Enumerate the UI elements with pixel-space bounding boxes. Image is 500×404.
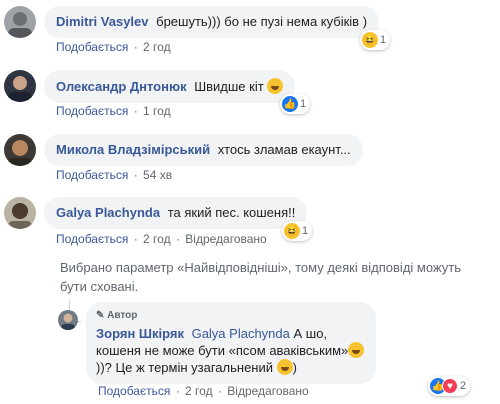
separator: · [217,384,222,398]
timestamp[interactable]: 2 год [143,232,171,246]
hidden-replies-notice: Вибрано параметр «Найвідповідніші», тому… [60,260,461,294]
pencil-icon: ✎ [96,310,105,321]
reaction-badge[interactable]: 😆 1 [282,221,313,241]
grinning-emoji-icon [276,359,293,375]
reaction-badge[interactable]: 👍 1 [280,94,311,114]
comment-bubble: Galya Plachynda та який пес. кошеня!! [44,197,308,229]
comment-text: та який пес. кошеня!! [167,205,296,220]
timestamp[interactable]: 1 год [143,104,171,118]
like-link[interactable]: Подобається [98,384,170,398]
timestamp[interactable]: 2 год [143,40,171,54]
reaction-badge[interactable]: 👍 ♥ 2 [428,376,471,396]
reaction-count: 1 [300,98,307,110]
timestamp[interactable]: 54 хв [143,168,172,182]
avatar[interactable] [4,134,36,166]
comment-text: Швидше кіт [194,79,264,94]
comment-text: брешуть))) бо не пузі нема кубіків ) [156,14,368,29]
reaction-count: 1 [380,34,387,46]
comment-text: хтось зламав екаунт... [217,142,351,157]
timestamp[interactable]: 2 год [185,384,213,398]
reaction-badge[interactable]: 😆 1 [360,30,391,50]
edited-label[interactable]: Відредаговано [227,384,308,398]
comment-meta: Подобається · 2 год [56,40,171,54]
like-reaction-icon: 👍 [282,96,298,112]
separator: · [175,232,180,246]
comment-meta: Подобається · 2 год · Відредаговано [56,232,267,246]
separator: · [133,104,138,118]
like-link[interactable]: Подобається [56,168,128,182]
comment-author[interactable]: Dimitri Vasylev [56,14,149,29]
avatar[interactable] [58,310,78,330]
love-reaction-icon: ♥ [442,378,458,394]
like-link[interactable]: Подобається [56,232,128,246]
edited-label[interactable]: Відредаговано [185,232,266,246]
comment-bubble: Dimitri Vasylev брешуть))) бо не пузі не… [44,6,380,38]
comment-text-cont: ))? Це ж термін узагальнений [96,360,273,375]
comment-author[interactable]: Олександр Днтонюк [56,79,187,94]
comment-meta: Подобається · 1 год [56,104,171,118]
avatar[interactable] [4,70,36,102]
avatar[interactable] [4,6,36,38]
comment-author[interactable]: Зорян Шкіряк [96,326,184,341]
laughing-emoji-icon [348,342,365,358]
like-link[interactable]: Подобається [56,40,128,54]
separator: · [175,384,180,398]
author-badge-label: Автор [107,310,138,321]
comment-author[interactable]: Микола Владзімірський [56,142,210,157]
comment-bubble: Олександр Днтонюк Швидше кіт [44,70,296,103]
comment-bubble: Микола Владзімірський хтось зламав екаун… [44,134,363,166]
haha-reaction-icon: 😆 [362,32,378,48]
comment-author[interactable]: Galya Plachynda [56,205,160,220]
reaction-count: 1 [302,225,309,237]
grinning-emoji-icon [267,78,284,94]
comment-meta: Подобається · 2 год · Відредаговано [98,384,309,398]
separator: · [133,40,138,54]
author-badge: ✎ Автор [96,308,366,324]
reply-bubble: ✎ Автор Зорян Шкіряк Galya Plachynda А ш… [86,302,376,384]
reaction-count: 2 [460,380,467,392]
mention-link[interactable]: Galya Plachynda [192,326,290,341]
separator: · [133,232,138,246]
comment-text-end: ) [292,360,297,375]
haha-reaction-icon: 😆 [284,223,300,239]
like-link[interactable]: Подобається [56,104,128,118]
comment-meta: Подобається · 54 хв [56,168,172,182]
avatar[interactable] [4,197,36,229]
separator: · [133,168,138,182]
